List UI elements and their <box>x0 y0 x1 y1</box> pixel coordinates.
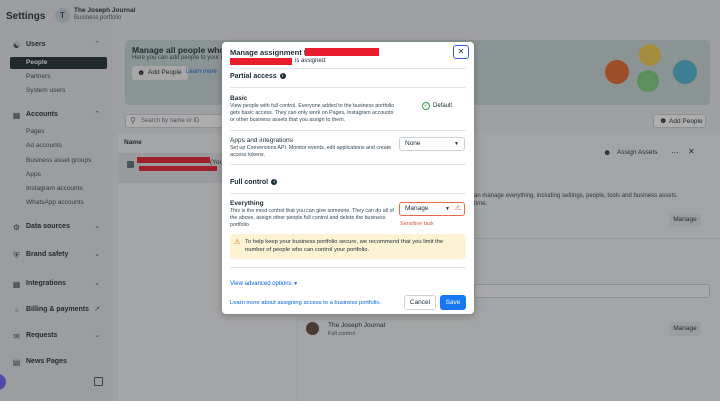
dialog-subtitle: is assigned: <box>295 58 327 64</box>
default-indicator: ✓ Default <box>422 102 453 110</box>
apps-integrations-description: Set up Conversions API. Monitor events, … <box>230 145 392 158</box>
divider <box>230 164 466 165</box>
caret-down-icon: ▼ <box>445 206 450 212</box>
info-icon[interactable]: i <box>279 73 286 79</box>
caret-down-icon: ▼ <box>293 281 299 287</box>
partial-access-heading: Partial access i <box>230 73 286 80</box>
close-dialog-button[interactable]: ✕ <box>453 45 469 59</box>
full-control-heading: Full control i <box>230 179 278 186</box>
basic-description: View people with full control. Everyone … <box>230 103 395 123</box>
learn-more-link[interactable]: Learn more about assigning access to a b… <box>230 300 381 306</box>
warning-icon: ⚠ <box>234 239 241 246</box>
select-value: Manage <box>405 205 429 212</box>
section-title: Partial access <box>230 73 277 80</box>
redacted-person-name <box>305 48 379 56</box>
sensitive-task-label: Sensitive task <box>400 221 434 227</box>
caret-down-icon: ▼ <box>454 141 459 147</box>
everything-description: This is the most control that you can gi… <box>230 208 394 228</box>
dialog-title: Manage assignment for <box>230 48 314 57</box>
check-circle-icon: ✓ <box>422 102 430 110</box>
view-advanced-options-link[interactable]: View advanced options ▼ <box>230 281 298 287</box>
apps-integrations-select[interactable]: None ▼ <box>399 137 465 151</box>
divider <box>230 68 466 69</box>
default-label: Default <box>433 103 453 109</box>
warning-icon: ⚠ <box>454 205 461 212</box>
redacted-subtitle <box>230 58 292 65</box>
manage-assignment-dialog: Manage assignment for is assigned: ✕ Par… <box>222 42 474 314</box>
apps-integrations-label: Apps and integrations <box>230 137 293 144</box>
divider <box>230 87 466 88</box>
cancel-button[interactable]: Cancel <box>404 295 436 310</box>
close-icon: ✕ <box>457 47 465 56</box>
divider <box>230 130 466 131</box>
alert-text: To help keep your business portfolio sec… <box>245 239 444 253</box>
section-title: Full control <box>230 179 269 186</box>
divider <box>230 193 466 194</box>
everything-label: Everything <box>230 200 264 207</box>
link-label: View advanced options <box>230 281 292 287</box>
info-icon[interactable]: i <box>271 179 278 185</box>
divider <box>230 267 466 268</box>
security-alert: ⚠ To help keep your business portfolio s… <box>230 234 466 259</box>
everything-select[interactable]: Manage ▼ ⚠ <box>399 202 465 216</box>
basic-label: Basic <box>230 95 248 102</box>
save-button[interactable]: Save <box>440 295 466 310</box>
select-value: None <box>405 140 421 147</box>
